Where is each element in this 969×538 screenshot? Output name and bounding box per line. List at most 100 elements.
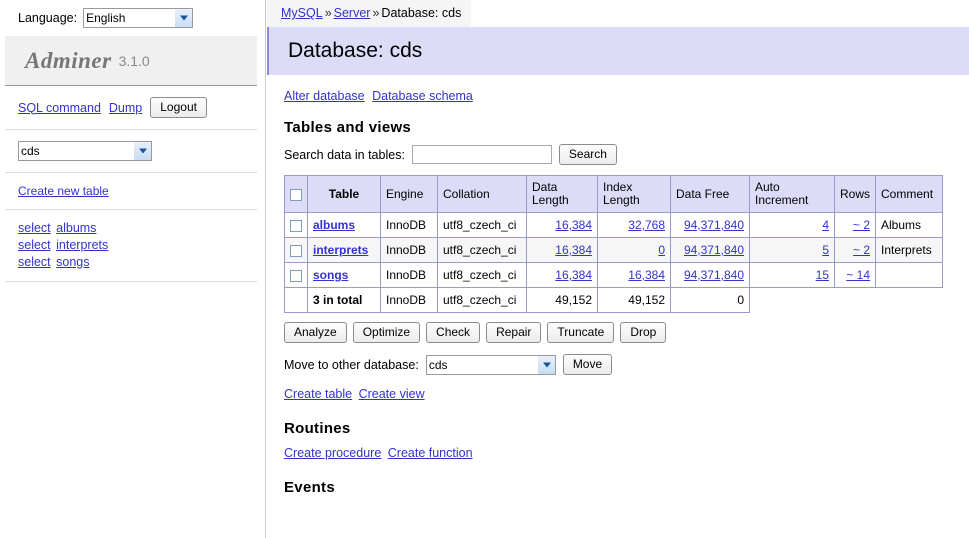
- auto-increment-cell: 15: [749, 262, 835, 288]
- list-item: select albums: [18, 220, 257, 237]
- sidebar-item-songs[interactable]: songs: [56, 255, 89, 269]
- move-label: Move to other database:: [284, 357, 419, 372]
- table-link-albums[interactable]: albums: [313, 218, 355, 232]
- data-length-cell: 16,384: [526, 237, 598, 263]
- search-button[interactable]: Search: [558, 144, 617, 165]
- create-new-table-link[interactable]: Create new table: [18, 184, 109, 198]
- page-title: Database: cds: [267, 27, 969, 75]
- search-input[interactable]: [411, 145, 552, 164]
- sidebar-action-links: SQL command Dump Logout: [18, 97, 257, 118]
- rows-link[interactable]: ~ 2: [853, 243, 870, 257]
- database-schema-link[interactable]: Database schema: [372, 89, 473, 103]
- breadcrumb-mysql-link[interactable]: MySQL: [281, 6, 323, 20]
- auto-increment-cell: 4: [749, 212, 835, 238]
- language-select[interactable]: English: [83, 8, 194, 28]
- sidebar: Language: English Adminer 3.1.0 SQL comm…: [0, 0, 266, 538]
- column-header-collation[interactable]: Collation: [437, 175, 527, 213]
- comment-cell: Interprets: [875, 237, 944, 263]
- column-header-auto-increment[interactable]: Auto Increment: [749, 175, 835, 213]
- column-header-comment[interactable]: Comment: [875, 175, 944, 213]
- rows-cell: ~ 2: [833, 212, 877, 238]
- auto-increment-link[interactable]: 5: [822, 243, 829, 257]
- database-select[interactable]: cds: [18, 141, 152, 161]
- rows-link[interactable]: ~ 14: [846, 268, 870, 282]
- data-length-link[interactable]: 16,384: [555, 218, 592, 232]
- index-length-link[interactable]: 0: [658, 243, 665, 257]
- row-select-cell: [284, 212, 308, 238]
- index-length-cell: 32,768: [597, 212, 671, 238]
- data-length-cell: 16,384: [526, 262, 598, 288]
- events-heading: Events: [284, 479, 335, 496]
- database-select-wrap: cds: [18, 141, 152, 161]
- adminer-page: Language: English Adminer 3.1.0 SQL comm…: [0, 0, 969, 538]
- create-table-link[interactable]: Create table: [284, 387, 352, 401]
- table-name-cell: songs: [307, 262, 381, 288]
- column-header-data-free[interactable]: Data Free: [670, 175, 750, 213]
- column-header-engine[interactable]: Engine: [380, 175, 438, 213]
- row-select-cell: [284, 262, 308, 288]
- row-checkbox-albums[interactable]: [290, 219, 302, 232]
- dump-link[interactable]: Dump: [109, 101, 142, 115]
- create-function-link[interactable]: Create function: [388, 446, 473, 460]
- auto-increment-link[interactable]: 4: [822, 218, 829, 232]
- optimize-button[interactable]: Optimize: [352, 322, 421, 343]
- engine-cell: InnoDB: [380, 212, 438, 238]
- data-free-link[interactable]: 94,371,840: [684, 218, 744, 232]
- index-length-cell: 16,384: [597, 262, 671, 288]
- sidebar-item-albums[interactable]: albums: [56, 221, 96, 235]
- create-procedure-link[interactable]: Create procedure: [284, 446, 381, 460]
- data-free-link[interactable]: 94,371,840: [684, 243, 744, 257]
- table-header-row: Table Engine Collation Data Length Index…: [284, 175, 944, 213]
- alter-database-link[interactable]: Alter database: [284, 89, 365, 103]
- sql-command-link[interactable]: SQL command: [18, 101, 101, 115]
- total-select-cell: [284, 287, 308, 313]
- check-button[interactable]: Check: [426, 322, 481, 343]
- move-button[interactable]: Move: [562, 354, 613, 375]
- data-free-link[interactable]: 94,371,840: [684, 268, 744, 282]
- tables-table-body: albums InnoDB utf8_czech_ci 16,384 32,76…: [284, 212, 944, 313]
- total-empty-cell: [875, 287, 943, 313]
- total-data-free-cell: 0: [670, 287, 750, 313]
- row-checkbox-interprets[interactable]: [290, 244, 302, 257]
- column-header-table[interactable]: Table: [307, 175, 381, 213]
- table-link-interprets[interactable]: interprets: [313, 243, 368, 257]
- index-length-link[interactable]: 32,768: [628, 218, 665, 232]
- breadcrumb-server-link[interactable]: Server: [334, 6, 371, 20]
- sidebar-select-songs[interactable]: select: [18, 255, 51, 269]
- index-length-link[interactable]: 16,384: [628, 268, 665, 282]
- sidebar-item-interprets[interactable]: interprets: [56, 238, 108, 252]
- repair-button[interactable]: Repair: [486, 322, 542, 343]
- total-index-length-cell: 49,152: [597, 287, 671, 313]
- row-checkbox-songs[interactable]: [290, 269, 302, 282]
- tables-table-head: Table Engine Collation Data Length Index…: [284, 175, 944, 213]
- column-header-index-length[interactable]: Index Length: [597, 175, 671, 213]
- create-view-link[interactable]: Create view: [359, 387, 425, 401]
- column-header-data-length[interactable]: Data Length: [526, 175, 598, 213]
- truncate-button[interactable]: Truncate: [547, 322, 615, 343]
- search-label: Search data in tables:: [284, 147, 405, 162]
- table-actions-row: Analyze Optimize Check Repair Truncate D…: [284, 322, 969, 343]
- column-header-rows[interactable]: Rows: [833, 175, 877, 213]
- table-row: albums InnoDB utf8_czech_ci 16,384 32,76…: [284, 212, 944, 238]
- table-link-songs[interactable]: songs: [313, 268, 348, 282]
- select-all-checkbox[interactable]: [290, 188, 302, 201]
- collation-cell: utf8_czech_ci: [437, 262, 527, 288]
- search-row: Search data in tables: Search: [284, 144, 969, 165]
- move-database-select[interactable]: cds: [425, 354, 556, 375]
- drop-button[interactable]: Drop: [620, 322, 667, 343]
- select-all-header: [284, 175, 308, 213]
- table-name-cell: albums: [307, 212, 381, 238]
- tables-table: Table Engine Collation Data Length Index…: [284, 175, 944, 313]
- auto-increment-cell: 5: [749, 237, 835, 263]
- database-actions: Alter database Database schema: [267, 75, 969, 103]
- sidebar-select-albums[interactable]: select: [18, 221, 51, 235]
- auto-increment-link[interactable]: 15: [816, 268, 829, 282]
- rows-link[interactable]: ~ 2: [853, 218, 870, 232]
- sidebar-select-interprets[interactable]: select: [18, 238, 51, 252]
- sidebar-table-list: select albums select interprets select s…: [0, 210, 265, 281]
- analyze-button[interactable]: Analyze: [284, 322, 347, 343]
- logout-button[interactable]: Logout: [150, 97, 207, 118]
- data-length-link[interactable]: 16,384: [555, 243, 592, 257]
- breadcrumb: MySQL» Server» Database: cds: [267, 0, 472, 27]
- data-length-link[interactable]: 16,384: [555, 268, 592, 282]
